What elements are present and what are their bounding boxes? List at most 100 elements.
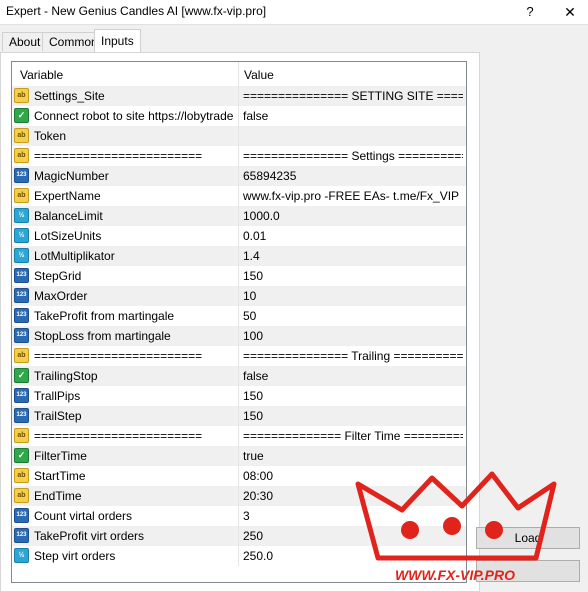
integer-type-icon: 123 xyxy=(14,408,29,423)
integer-type-icon: 123 xyxy=(14,268,29,283)
column-separator xyxy=(238,166,239,186)
integer-type-icon: 123 xyxy=(14,308,29,323)
input-value[interactable]: 1.4 xyxy=(243,249,463,263)
input-value[interactable]: 10 xyxy=(243,289,463,303)
string-type-icon: ab xyxy=(14,348,29,363)
tab-inputs[interactable]: Inputs xyxy=(94,29,141,52)
input-value[interactable]: ============== Filter Time ===========..… xyxy=(243,429,463,443)
input-value[interactable]: false xyxy=(243,109,463,123)
fx-vip-watermark-logo: WWW.FX-VIP.PRO xyxy=(355,471,557,583)
input-value[interactable]: 50 xyxy=(243,309,463,323)
column-separator xyxy=(238,106,239,126)
input-row[interactable]: 123 StepGrid 150 xyxy=(12,266,466,286)
input-row[interactable]: 123 TrailStep 150 xyxy=(12,406,466,426)
column-separator xyxy=(238,226,239,246)
input-row[interactable]: ✓ Connect robot to site https://lobytrade… xyxy=(12,106,466,126)
input-name: StartTime xyxy=(34,469,86,483)
column-separator xyxy=(238,186,239,206)
input-value[interactable]: 100 xyxy=(243,329,463,343)
integer-type-icon: 123 xyxy=(14,288,29,303)
input-name: MagicNumber xyxy=(34,169,109,183)
input-value[interactable]: 65894235 xyxy=(243,169,463,183)
input-value[interactable]: false xyxy=(243,369,463,383)
column-separator xyxy=(238,486,239,506)
string-type-icon: ab xyxy=(14,468,29,483)
column-separator xyxy=(238,246,239,266)
input-row[interactable]: 123 StopLoss from martingale 100 xyxy=(12,326,466,346)
input-value[interactable]: 0.01 xyxy=(243,229,463,243)
input-value[interactable]: 150 xyxy=(243,409,463,423)
column-separator xyxy=(238,126,239,146)
input-row[interactable]: ✓ FilterTime true xyxy=(12,446,466,466)
string-type-icon: ab xyxy=(14,148,29,163)
integer-type-icon: 123 xyxy=(14,388,29,403)
integer-type-icon: 123 xyxy=(14,168,29,183)
integer-type-icon: 123 xyxy=(14,528,29,543)
input-row[interactable]: ✓ TrailingStop false xyxy=(12,366,466,386)
double-type-icon: ½ xyxy=(14,228,29,243)
input-name: Settings_Site xyxy=(34,89,105,103)
input-name: ======================== xyxy=(34,429,203,443)
input-row[interactable]: 123 MagicNumber 65894235 xyxy=(12,166,466,186)
integer-type-icon: 123 xyxy=(14,328,29,343)
window-titlebar: Expert - New Genius Candles AI [www.fx-v… xyxy=(0,0,588,25)
column-separator xyxy=(238,526,239,546)
window-title: Expert - New Genius Candles AI [www.fx-v… xyxy=(6,4,267,18)
column-separator xyxy=(238,86,239,106)
header-variable[interactable]: Variable xyxy=(20,68,63,82)
input-row[interactable]: ab Settings_Site =============== SETTING S… xyxy=(12,86,466,106)
watermark-text: WWW.FX-VIP.PRO xyxy=(395,567,515,583)
input-value[interactable]: 150 xyxy=(243,389,463,403)
input-name: ======================== xyxy=(34,349,203,363)
input-name: FilterTime xyxy=(34,449,87,463)
input-row[interactable]: ½ BalanceLimit 1000.0 xyxy=(12,206,466,226)
column-separator xyxy=(238,506,239,526)
input-row[interactable]: ½ LotSizeUnits 0.01 xyxy=(12,226,466,246)
input-row[interactable]: ab Token xyxy=(12,126,466,146)
input-name: TrailingStop xyxy=(34,369,98,383)
string-type-icon: ab xyxy=(14,188,29,203)
tab-bar: About Common Inputs xyxy=(0,28,588,52)
input-value[interactable]: 1000.0 xyxy=(243,209,463,223)
input-name: TrallPips xyxy=(34,389,81,403)
column-separator xyxy=(238,406,239,426)
close-button[interactable]: ✕ xyxy=(556,2,584,22)
input-row[interactable]: 123 TakeProfit from martingale 50 xyxy=(12,306,466,326)
column-separator xyxy=(238,546,239,566)
input-value[interactable]: =============== SETTING SITE ======... xyxy=(243,89,463,103)
input-value[interactable]: =============== Trailing =============== xyxy=(243,349,463,363)
input-row[interactable]: ½ LotMultiplikator 1.4 xyxy=(12,246,466,266)
column-separator xyxy=(238,286,239,306)
help-button[interactable]: ? xyxy=(521,2,539,22)
input-row[interactable]: ab ExpertName www.fx-vip.pro -FREE EAs- t.… xyxy=(12,186,466,206)
input-name: ExpertName xyxy=(34,189,101,203)
input-name: LotSizeUnits xyxy=(34,229,102,243)
double-type-icon: ½ xyxy=(14,548,29,563)
input-name: BalanceLimit xyxy=(34,209,103,223)
header-value[interactable]: Value xyxy=(244,68,274,82)
string-type-icon: ab xyxy=(14,488,29,503)
input-value[interactable]: true xyxy=(243,449,463,463)
boolean-type-icon: ✓ xyxy=(14,108,29,123)
input-name: TrailStep xyxy=(34,409,82,423)
input-name: StepGrid xyxy=(34,269,82,283)
boolean-type-icon: ✓ xyxy=(14,448,29,463)
input-value[interactable]: =============== Settings ============... xyxy=(243,149,463,163)
input-value[interactable]: www.fx-vip.pro -FREE EAs- t.me/Fx_VIP xyxy=(243,189,463,203)
input-row[interactable]: 123 MaxOrder 10 xyxy=(12,286,466,306)
string-type-icon: ab xyxy=(14,128,29,143)
column-separator xyxy=(238,206,239,226)
input-row[interactable]: ab ======================== ==============… xyxy=(12,346,466,366)
input-row[interactable]: ab ======================== ==============… xyxy=(12,146,466,166)
string-type-icon: ab xyxy=(14,428,29,443)
input-name: TakeProfit virt orders xyxy=(34,529,145,543)
input-value[interactable]: 150 xyxy=(243,269,463,283)
input-name: Step virt orders xyxy=(34,549,116,563)
input-row[interactable]: ab ======================== ==============… xyxy=(12,426,466,446)
input-name: StopLoss from martingale xyxy=(34,329,171,343)
input-name: EndTime xyxy=(34,489,82,503)
tab-about[interactable]: About xyxy=(2,32,48,51)
header-divider[interactable] xyxy=(238,62,239,86)
boolean-type-icon: ✓ xyxy=(14,368,29,383)
input-row[interactable]: 123 TrallPips 150 xyxy=(12,386,466,406)
